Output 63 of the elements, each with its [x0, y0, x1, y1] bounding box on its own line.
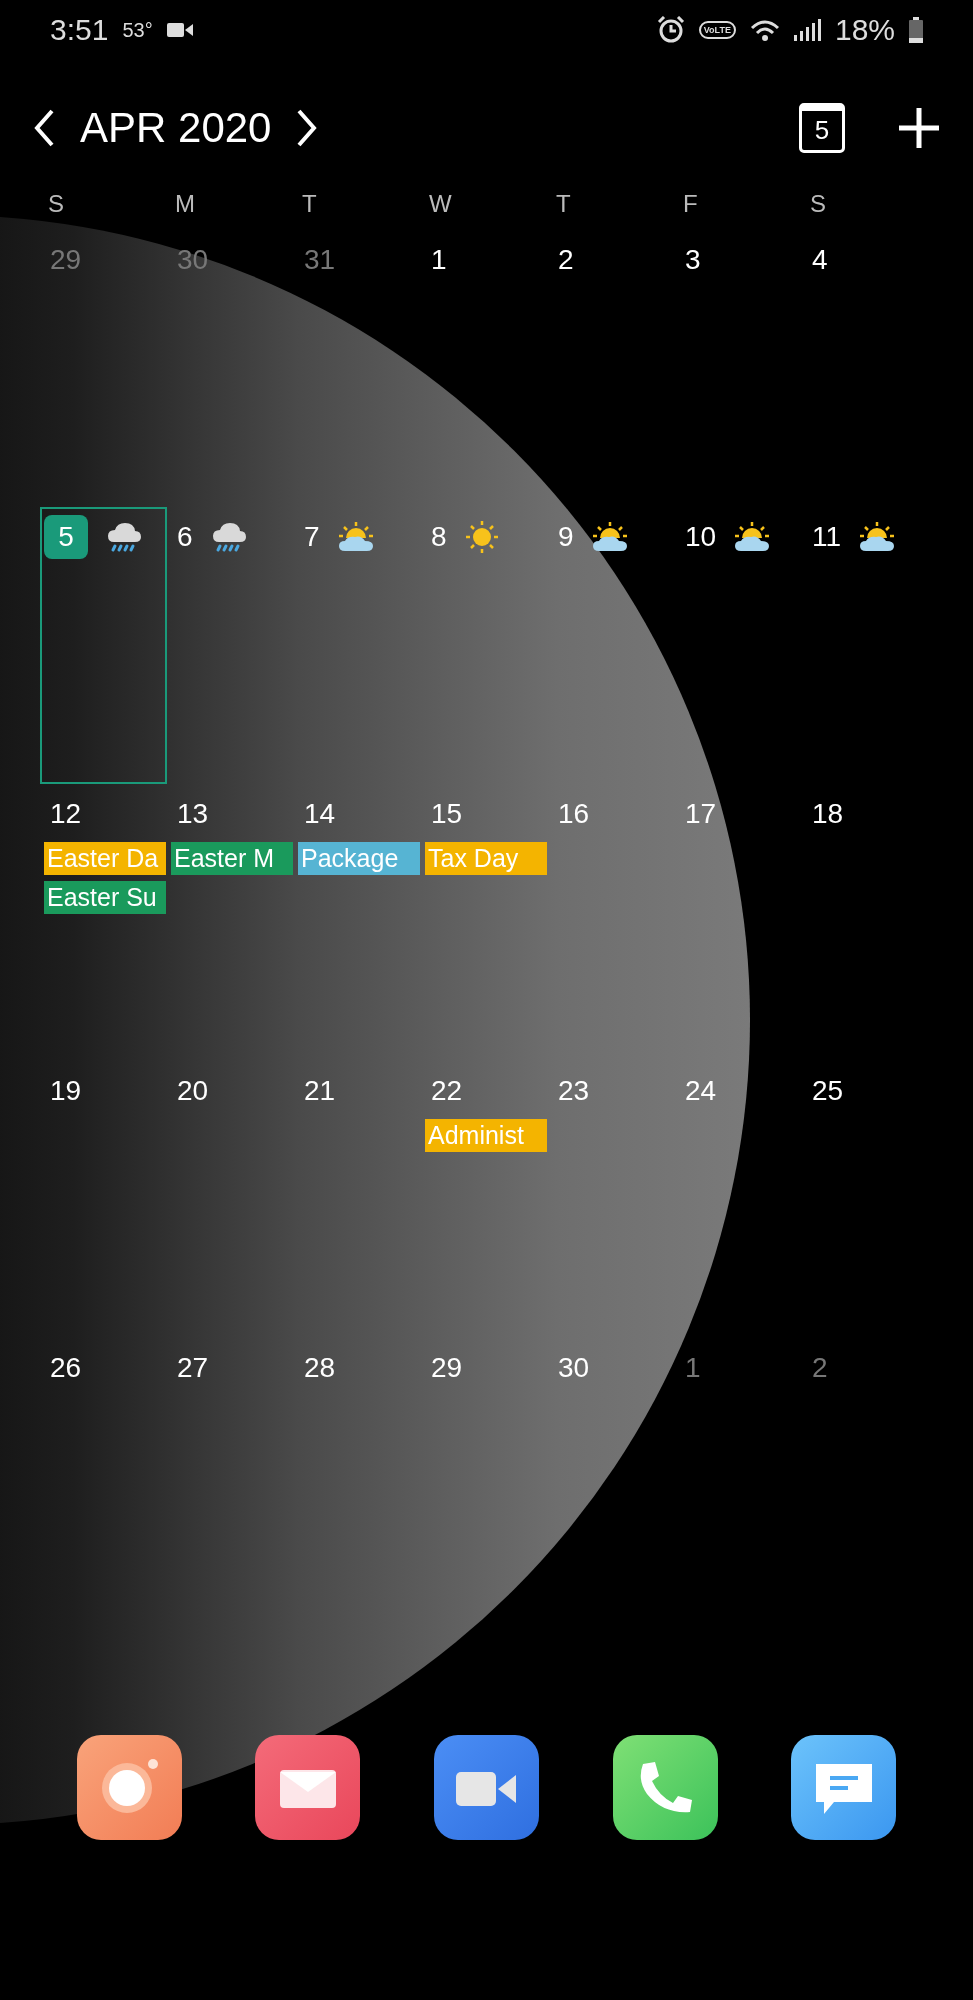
- day-number[interactable]: 30: [552, 1352, 590, 1384]
- day-number[interactable]: 18: [806, 798, 844, 830]
- day-number[interactable]: 1: [425, 244, 447, 276]
- day-number[interactable]: 19: [44, 1075, 82, 1107]
- weekday-label: T: [555, 190, 572, 219]
- day-number[interactable]: 11: [806, 521, 842, 553]
- day-number[interactable]: 23: [552, 1075, 590, 1107]
- previous-month-button[interactable]: [32, 108, 56, 148]
- day-number[interactable]: 29: [44, 244, 82, 276]
- envelope-app-icon[interactable]: [255, 1735, 361, 1840]
- day-number[interactable]: 14: [298, 798, 336, 830]
- phone-app-icon[interactable]: [612, 1735, 718, 1840]
- day-number[interactable]: 31: [298, 244, 336, 276]
- video-camera-icon: [166, 20, 193, 40]
- today-date[interactable]: 5: [44, 515, 88, 559]
- battery-icon: [909, 17, 923, 43]
- clock-time: 3:51: [50, 13, 109, 47]
- weekday-label: T: [301, 190, 318, 219]
- day-number[interactable]: 4: [806, 244, 828, 276]
- day-number[interactable]: 13: [171, 798, 209, 830]
- day-number[interactable]: 12: [44, 798, 82, 830]
- day-number[interactable]: 24: [679, 1075, 717, 1107]
- weekday-label: S: [809, 190, 827, 219]
- day-number[interactable]: 21: [298, 1075, 336, 1107]
- day-number[interactable]: 26: [44, 1352, 82, 1384]
- day-number[interactable]: 20: [171, 1075, 209, 1107]
- event-chip[interactable]: Easter M: [171, 842, 293, 875]
- day-number[interactable]: 1: [679, 1352, 701, 1384]
- month-title[interactable]: APR 2020: [80, 104, 272, 152]
- day-number[interactable]: 2: [806, 1352, 828, 1384]
- day-number[interactable]: 28: [298, 1352, 336, 1384]
- day-number[interactable]: 15: [425, 798, 463, 830]
- day-number[interactable]: 25: [806, 1075, 844, 1107]
- weekday-label: S: [47, 190, 65, 219]
- event-chip[interactable]: Easter Su: [44, 881, 166, 914]
- temperature: 53°: [122, 18, 153, 42]
- day-number[interactable]: 7: [298, 521, 320, 553]
- day-number[interactable]: 17: [679, 798, 717, 830]
- day-number[interactable]: 3: [679, 244, 701, 276]
- selected-day-cell[interactable]: 5: [40, 507, 167, 784]
- volte-label: VoLTE: [698, 21, 736, 39]
- day-number[interactable]: 10: [679, 521, 717, 553]
- video-camera-app-icon[interactable]: [434, 1735, 539, 1840]
- chevron-left-icon: [32, 108, 56, 148]
- day-number[interactable]: 29: [425, 1352, 463, 1384]
- day-number[interactable]: 6: [171, 521, 193, 553]
- day-number[interactable]: 9: [552, 521, 574, 553]
- alarm-clock-icon: [656, 16, 685, 44]
- wifi-icon: [749, 18, 780, 42]
- day-number[interactable]: 27: [171, 1352, 209, 1384]
- day-number[interactable]: 2: [552, 244, 574, 276]
- weekday-label: W: [428, 190, 453, 219]
- signal-icon: [793, 19, 821, 41]
- weekday-label: M: [174, 190, 196, 219]
- today-button[interactable]: 5: [799, 103, 845, 153]
- battery-percent: 18%: [834, 13, 895, 47]
- message-app-icon[interactable]: [791, 1735, 897, 1840]
- day-number[interactable]: 8: [425, 521, 447, 553]
- weekday-label: F: [682, 190, 699, 219]
- day-number[interactable]: 22: [425, 1075, 463, 1107]
- add-icon[interactable]: [897, 106, 941, 150]
- day-number[interactable]: 16: [552, 798, 590, 830]
- camera-app-icon[interactable]: [76, 1735, 182, 1840]
